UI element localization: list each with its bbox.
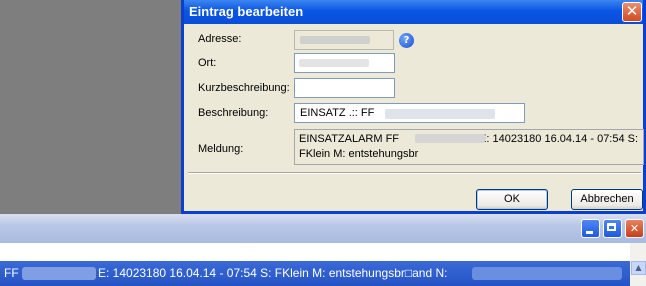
- adresse-label: Adresse:: [198, 33, 242, 45]
- background-window-content: FF E: 14023180 16.04.14 - 07:54 S: FKlei…: [0, 243, 646, 286]
- beschreibung-field[interactable]: EINSATZ .:: FF: [294, 103, 525, 123]
- redacted-text: [299, 59, 369, 67]
- beschreibung-value: EINSATZ .:: FF: [300, 107, 375, 119]
- help-icon[interactable]: ?: [399, 33, 414, 48]
- ok-button[interactable]: OK: [476, 189, 548, 210]
- dialog-titlebar[interactable]: Eintrag bearbeiten ✕: [184, 0, 643, 24]
- minimize-icon[interactable]: [581, 219, 600, 238]
- ticker-prefix: FF: [4, 266, 19, 280]
- ort-label: Ort:: [198, 57, 217, 69]
- adresse-field[interactable]: [294, 30, 394, 50]
- meldung-field[interactable]: EINSATZALARM FF E: 14023180 16.04.14 - 07…: [294, 129, 644, 165]
- meldung-line-1-start: EINSATZALARM FF: [299, 133, 400, 145]
- kurzbeschreibung-field[interactable]: [294, 78, 395, 98]
- edit-entry-dialog: Eintrag bearbeiten ✕ Adresse: ? Ort: Kur…: [181, 0, 646, 214]
- meldung-line-2: FKlein M: entstehungsbr: [299, 148, 419, 160]
- beschreibung-label: Beschreibung:: [198, 107, 269, 119]
- background-window: ✕ FF E: 14023180 16.04.14 - 07:54 S: FKl…: [0, 214, 646, 286]
- cancel-button[interactable]: Abbrechen: [571, 189, 643, 210]
- kurzbeschreibung-label: Kurzbeschreibung:: [198, 82, 290, 94]
- dialog-title: Eintrag bearbeiten: [189, 4, 304, 19]
- redacted-text: [472, 267, 622, 280]
- meldung-label: Meldung:: [198, 143, 244, 155]
- close-icon[interactable]: ✕: [622, 2, 642, 22]
- scroll-up-icon[interactable]: ▲: [631, 261, 646, 275]
- redacted-text: [415, 134, 485, 143]
- maximize-icon[interactable]: [603, 219, 622, 238]
- ticker-text: E: 14023180 16.04.14 - 07:54 S: FKlein M…: [98, 266, 448, 280]
- redacted-text: [22, 267, 96, 280]
- divider: [188, 172, 641, 174]
- redacted-text: [385, 109, 495, 119]
- close-icon[interactable]: ✕: [625, 219, 644, 238]
- redacted-text: [300, 36, 370, 44]
- background-window-titlebar[interactable]: ✕: [0, 214, 646, 243]
- ticker-bar[interactable]: FF E: 14023180 16.04.14 - 07:54 S: FKlei…: [0, 261, 630, 286]
- ort-field[interactable]: [294, 53, 395, 73]
- meldung-line-1-end: E: 14023180 16.04.14 - 07:54 S:: [479, 133, 639, 145]
